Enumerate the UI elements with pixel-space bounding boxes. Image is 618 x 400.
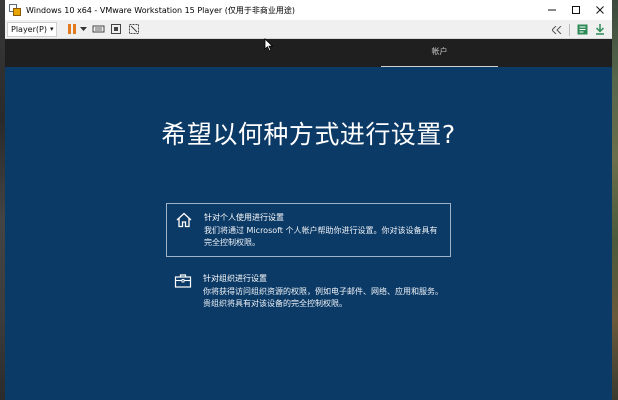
separator: [569, 23, 570, 36]
organization-title: 针对组织进行设置: [203, 274, 267, 283]
player-menu-button[interactable]: Player(P) ▾: [7, 21, 58, 37]
notes-icon: [577, 24, 587, 35]
unity-mode-icon: [129, 24, 140, 34]
collapse-toolbar-button[interactable]: [551, 24, 563, 36]
title-bar[interactable]: Windows 10 x64 - VMware Workstation 15 P…: [5, 0, 612, 20]
double-chevron-left-icon: [552, 25, 562, 34]
download-button[interactable]: [594, 24, 606, 36]
mouse-cursor-icon: [264, 38, 274, 52]
minimize-icon: [548, 9, 556, 11]
personal-use-title: 针对个人使用进行设置: [204, 213, 284, 222]
vmware-player-window: Windows 10 x64 - VMware Workstation 15 P…: [5, 0, 612, 400]
tab-account: 帐户: [381, 39, 498, 67]
download-icon: [595, 24, 605, 35]
player-menu-label: Player(P): [11, 24, 47, 34]
ctrl-alt-del-icon: [92, 25, 105, 33]
vmware-app-icon: [9, 4, 21, 16]
toolbar-right-group: [551, 20, 606, 39]
briefcase-icon: [174, 274, 192, 288]
minimize-button[interactable]: [540, 0, 564, 20]
send-ctrl-alt-del-button[interactable]: [91, 22, 105, 36]
chevron-down-icon: [79, 26, 87, 31]
personal-use-description: 我们将通过 Microsoft 个人帐户帮助你进行设置。你对该设备具有完全控制权…: [204, 226, 438, 247]
setup-headline: 希望以何种方式进行设置?: [161, 120, 456, 149]
organization-description: 你将获得访问组织资源的权限，例如电子邮件、网络、应用和服务。贵组织将具有对该设备…: [203, 287, 443, 308]
close-button[interactable]: [588, 0, 612, 20]
unity-mode-button[interactable]: [127, 22, 141, 36]
pause-button[interactable]: [65, 22, 79, 36]
window-title: Windows 10 x64 - VMware Workstation 15 P…: [26, 5, 295, 15]
home-icon: [176, 212, 192, 228]
desktop-background-right: [612, 0, 618, 400]
organization-option[interactable]: 针对组织进行设置 你将获得访问组织资源的权限，例如电子邮件、网络、应用和服务。贵…: [166, 265, 451, 315]
fit-guest-button[interactable]: [109, 22, 123, 36]
vm-guest-screen[interactable]: 帐户 希望以何种方式进行设置? 针对个人使用进行设置 我们将通过 Microso…: [5, 39, 612, 400]
pause-icon: [68, 24, 77, 34]
player-toolbar: Player(P) ▾: [5, 20, 612, 39]
personal-use-option[interactable]: 针对个人使用进行设置 我们将通过 Microsoft 个人帐户帮助你进行设置。你…: [166, 203, 451, 257]
window-controls: [540, 0, 612, 20]
close-icon: [596, 6, 604, 14]
chevron-down-icon: ▾: [49, 25, 54, 33]
maximize-icon: [572, 6, 580, 14]
oobe-top-bar: 帐户: [5, 39, 612, 67]
power-options-dropdown[interactable]: [79, 22, 87, 36]
library-button[interactable]: [576, 24, 588, 36]
maximize-button[interactable]: [564, 0, 588, 20]
fit-window-icon: [111, 24, 122, 34]
